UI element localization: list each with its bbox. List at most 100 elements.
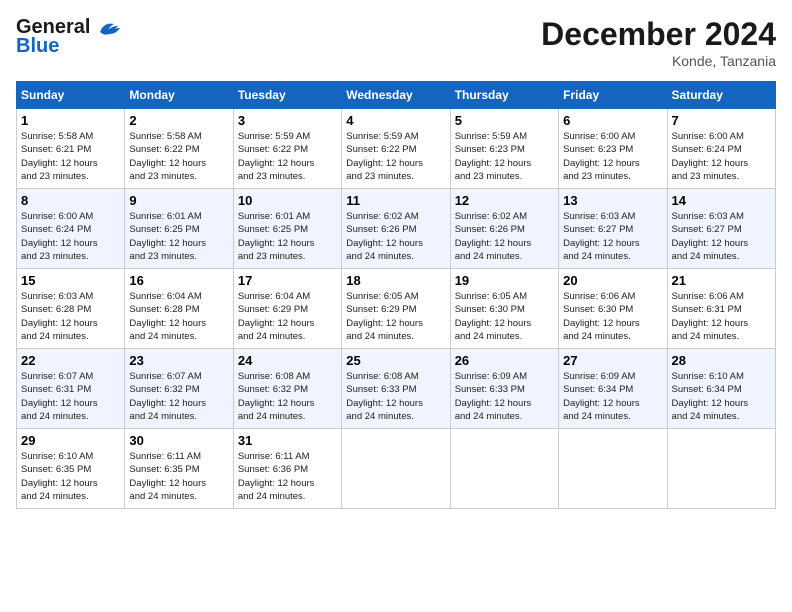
calendar-cell [559,429,667,509]
day-number: 27 [563,353,662,368]
logo-blue: Blue [16,35,59,58]
title-block: December 2024 Konde, Tanzania [541,16,776,69]
day-info: Sunrise: 6:05 AM Sunset: 6:29 PM Dayligh… [346,290,445,343]
calendar-cell: 11Sunrise: 6:02 AM Sunset: 6:26 PM Dayli… [342,189,450,269]
calendar-cell: 27 Sunrise: 6:09 AM Sunset: 6:34 PM Dayli… [559,349,667,429]
calendar-cell: 17 Sunrise: 6:04 AM Sunset: 6:29 PM Dayli… [233,269,341,349]
day-number: 14 [672,193,771,208]
day-info: Sunrise: 6:01 AM Sunset: 6:25 PM Dayligh… [238,210,337,263]
day-number: 8 [21,193,120,208]
day-info: Sunrise: 6:09 AM Sunset: 6:33 PM Dayligh… [455,370,554,423]
calendar-cell: 12 Sunrise: 6:02 AM Sunset: 6:26 PM Dayli… [450,189,558,269]
day-number: 1 [21,113,120,128]
day-number: 10 [238,193,337,208]
calendar-cell: 15 Sunrise: 6:03 AM Sunset: 6:28 PM Dayli… [17,269,125,349]
calendar-cell: 20 Sunrise: 6:06 AM Sunset: 6:30 PM Dayli… [559,269,667,349]
calendar-cell: 4Sunrise: 5:59 AM Sunset: 6:22 PM Daylig… [342,109,450,189]
day-info: Sunrise: 6:03 AM Sunset: 6:27 PM Dayligh… [672,210,771,263]
calendar-week-row: 8 Sunrise: 6:00 AM Sunset: 6:24 PM Daylig… [17,189,776,269]
day-info: Sunrise: 6:09 AM Sunset: 6:34 PM Dayligh… [563,370,662,423]
day-number: 23 [129,353,228,368]
day-info: Sunrise: 5:59 AM Sunset: 6:22 PM Dayligh… [238,130,337,183]
day-number: 5 [455,113,554,128]
day-info: Sunrise: 6:06 AM Sunset: 6:30 PM Dayligh… [563,290,662,343]
day-number: 3 [238,113,337,128]
calendar-cell [667,429,775,509]
calendar-cell: 30 Sunrise: 6:11 AM Sunset: 6:35 PM Dayli… [125,429,233,509]
calendar-week-row: 29 Sunrise: 6:10 AM Sunset: 6:35 PM Dayli… [17,429,776,509]
day-number: 31 [238,433,337,448]
day-info: Sunrise: 6:04 AM Sunset: 6:28 PM Dayligh… [129,290,228,343]
day-info: Sunrise: 6:03 AM Sunset: 6:27 PM Dayligh… [563,210,662,263]
day-info: Sunrise: 6:11 AM Sunset: 6:36 PM Dayligh… [238,450,337,503]
day-info: Sunrise: 6:10 AM Sunset: 6:35 PM Dayligh… [21,450,120,503]
calendar-table: SundayMondayTuesdayWednesdayThursdayFrid… [16,81,776,509]
header-friday: Friday [559,82,667,109]
calendar-cell: 26 Sunrise: 6:09 AM Sunset: 6:33 PM Dayli… [450,349,558,429]
day-number: 17 [238,273,337,288]
day-info: Sunrise: 5:58 AM Sunset: 6:21 PM Dayligh… [21,130,120,183]
calendar-cell: 5 Sunrise: 5:59 AM Sunset: 6:23 PM Daylig… [450,109,558,189]
day-number: 6 [563,113,662,128]
day-info: Sunrise: 6:00 AM Sunset: 6:24 PM Dayligh… [21,210,120,263]
day-number: 30 [129,433,228,448]
calendar-cell: 3 Sunrise: 5:59 AM Sunset: 6:22 PM Daylig… [233,109,341,189]
day-number: 22 [21,353,120,368]
calendar-cell: 10 Sunrise: 6:01 AM Sunset: 6:25 PM Dayli… [233,189,341,269]
day-number: 29 [21,433,120,448]
logo: General Blue [16,16,122,58]
day-number: 25 [346,353,445,368]
header-monday: Monday [125,82,233,109]
calendar-cell: 1 Sunrise: 5:58 AM Sunset: 6:21 PM Daylig… [17,109,125,189]
day-number: 12 [455,193,554,208]
calendar-week-row: 22 Sunrise: 6:07 AM Sunset: 6:31 PM Dayli… [17,349,776,429]
calendar-cell: 19 Sunrise: 6:05 AM Sunset: 6:30 PM Dayli… [450,269,558,349]
header-wednesday: Wednesday [342,82,450,109]
day-info: Sunrise: 5:58 AM Sunset: 6:22 PM Dayligh… [129,130,228,183]
day-info: Sunrise: 6:10 AM Sunset: 6:34 PM Dayligh… [672,370,771,423]
calendar-cell: 29 Sunrise: 6:10 AM Sunset: 6:35 PM Dayli… [17,429,125,509]
calendar-cell: 13 Sunrise: 6:03 AM Sunset: 6:27 PM Dayli… [559,189,667,269]
day-number: 26 [455,353,554,368]
day-info: Sunrise: 5:59 AM Sunset: 6:23 PM Dayligh… [455,130,554,183]
calendar-cell: 9Sunrise: 6:01 AM Sunset: 6:25 PM Daylig… [125,189,233,269]
calendar-cell: 31 Sunrise: 6:11 AM Sunset: 6:36 PM Dayli… [233,429,341,509]
day-number: 13 [563,193,662,208]
day-number: 19 [455,273,554,288]
month-year-title: December 2024 [541,16,776,53]
day-info: Sunrise: 6:05 AM Sunset: 6:30 PM Dayligh… [455,290,554,343]
calendar-cell: 16 Sunrise: 6:04 AM Sunset: 6:28 PM Dayli… [125,269,233,349]
day-number: 18 [346,273,445,288]
header-saturday: Saturday [667,82,775,109]
day-number: 9 [129,193,228,208]
day-info: Sunrise: 6:04 AM Sunset: 6:29 PM Dayligh… [238,290,337,343]
day-number: 21 [672,273,771,288]
calendar-cell: 21Sunrise: 6:06 AM Sunset: 6:31 PM Dayli… [667,269,775,349]
calendar-cell: 18 Sunrise: 6:05 AM Sunset: 6:29 PM Dayli… [342,269,450,349]
calendar-week-row: 15 Sunrise: 6:03 AM Sunset: 6:28 PM Dayli… [17,269,776,349]
day-info: Sunrise: 6:11 AM Sunset: 6:35 PM Dayligh… [129,450,228,503]
header-thursday: Thursday [450,82,558,109]
calendar-cell [450,429,558,509]
header-tuesday: Tuesday [233,82,341,109]
day-info: Sunrise: 6:03 AM Sunset: 6:28 PM Dayligh… [21,290,120,343]
calendar-cell: 24Sunrise: 6:08 AM Sunset: 6:32 PM Dayli… [233,349,341,429]
calendar-week-row: 1 Sunrise: 5:58 AM Sunset: 6:21 PM Daylig… [17,109,776,189]
day-info: Sunrise: 6:07 AM Sunset: 6:31 PM Dayligh… [21,370,120,423]
day-number: 15 [21,273,120,288]
day-number: 24 [238,353,337,368]
calendar-cell: 8 Sunrise: 6:00 AM Sunset: 6:24 PM Daylig… [17,189,125,269]
calendar-header-row: SundayMondayTuesdayWednesdayThursdayFrid… [17,82,776,109]
day-info: Sunrise: 6:02 AM Sunset: 6:26 PM Dayligh… [455,210,554,263]
day-info: Sunrise: 6:00 AM Sunset: 6:24 PM Dayligh… [672,130,771,183]
day-number: 16 [129,273,228,288]
day-number: 20 [563,273,662,288]
day-number: 2 [129,113,228,128]
day-info: Sunrise: 6:08 AM Sunset: 6:33 PM Dayligh… [346,370,445,423]
day-info: Sunrise: 6:00 AM Sunset: 6:23 PM Dayligh… [563,130,662,183]
day-number: 7 [672,113,771,128]
calendar-cell: 14 Sunrise: 6:03 AM Sunset: 6:27 PM Dayli… [667,189,775,269]
location-subtitle: Konde, Tanzania [541,53,776,69]
calendar-cell: 7 Sunrise: 6:00 AM Sunset: 6:24 PM Daylig… [667,109,775,189]
day-number: 11 [346,193,445,208]
